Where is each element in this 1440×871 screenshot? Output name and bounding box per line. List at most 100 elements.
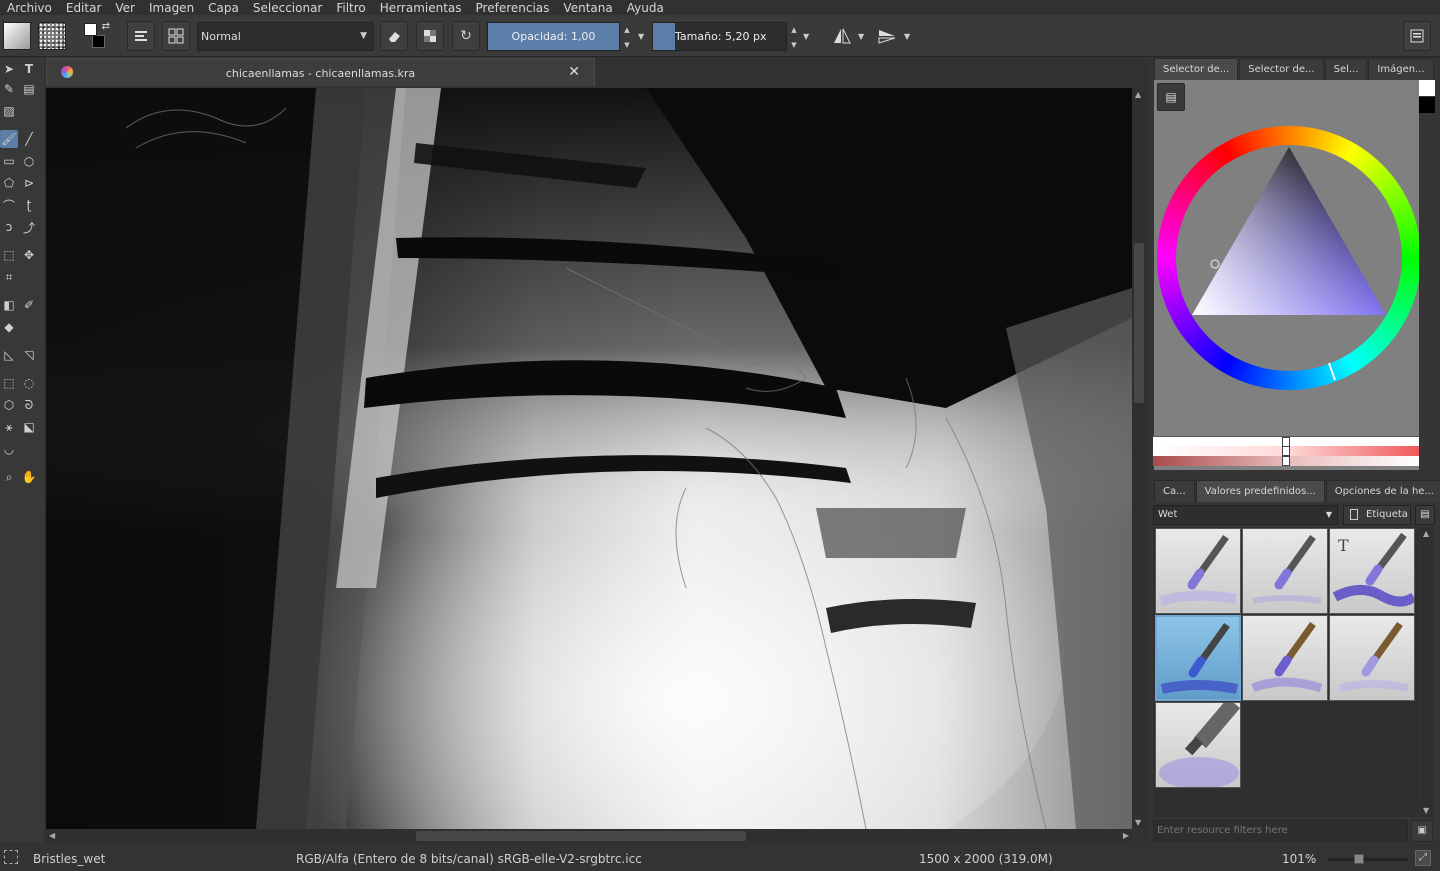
shade-handle[interactable]	[1282, 446, 1290, 456]
gradient-tool-icon[interactable]: ▨	[0, 102, 18, 120]
drawing-canvas[interactable]	[46, 88, 1132, 829]
zoom-tool-icon[interactable]: ⌕	[0, 468, 18, 486]
opacity-dropdown-icon[interactable]: ▼	[638, 32, 644, 41]
tab-advanced-color-selector[interactable]: Selector de...	[1154, 58, 1239, 80]
presets-scrollbar[interactable]: ▲ ▼	[1420, 527, 1434, 817]
preset-filter-select[interactable]: Wet ▼	[1153, 505, 1338, 525]
brush-preset-wet-6[interactable]	[1329, 615, 1415, 701]
menu-archivo[interactable]: Archivo	[0, 1, 59, 15]
tab-brush-presets[interactable]: Valores predefinidos...	[1195, 480, 1325, 502]
scroll-down-icon[interactable]: ▼	[1135, 818, 1141, 827]
save-filter-button[interactable]: ▣	[1411, 820, 1433, 842]
scrollbar-thumb[interactable]	[416, 831, 746, 841]
shade-bar-3[interactable]	[1153, 456, 1419, 466]
spin-down-icon[interactable]: ▼	[624, 41, 629, 49]
brush-preset-bristles-wet[interactable]	[1155, 615, 1241, 701]
text-tool-icon[interactable]: T	[20, 60, 38, 78]
brush-preset-airbrush-wet[interactable]	[1155, 702, 1241, 788]
mirror-horizontal-button[interactable]	[828, 21, 856, 51]
close-icon[interactable]: ✕	[568, 64, 580, 80]
swap-colors-icon[interactable]: ⇄	[102, 21, 110, 32]
select-shapes-tool-icon[interactable]: ➤	[0, 60, 18, 78]
ellipse-tool-icon[interactable]: ○	[20, 152, 38, 170]
bg-color-chip[interactable]	[1419, 97, 1435, 113]
presets-view-menu-button[interactable]: ▤	[1415, 505, 1435, 525]
scroll-up-icon[interactable]: ▲	[1135, 90, 1141, 99]
menu-preferencias[interactable]: Preferencias	[469, 1, 557, 15]
resource-filter-input[interactable]: Enter resource filters here	[1153, 820, 1408, 842]
menu-ayuda[interactable]: Ayuda	[620, 1, 671, 15]
scroll-left-icon[interactable]: ◀	[49, 831, 55, 840]
toolbar-menu-button[interactable]	[1403, 21, 1431, 51]
ellipse-select-tool-icon[interactable]: ◌	[20, 374, 38, 392]
menu-editar[interactable]: Editar	[59, 1, 109, 15]
transform-tool-icon[interactable]: ⬚	[0, 246, 18, 264]
measure-tool-icon[interactable]: ◹	[20, 346, 38, 364]
tab-selector[interactable]: Sel...	[1324, 58, 1368, 80]
gradient-fill-tool-icon[interactable]: ◧	[0, 296, 18, 314]
bezier-tool-icon[interactable]: ⌒	[0, 196, 18, 214]
spin-up-icon[interactable]: ▲	[624, 26, 629, 34]
polyline-tool-icon[interactable]: ⊳	[20, 174, 38, 192]
tab-ca[interactable]: Ca...	[1154, 480, 1195, 502]
crop-tool-icon[interactable]: ⌗	[0, 268, 18, 286]
similar-select-tool-icon[interactable]: ⬕	[20, 418, 38, 436]
polygon-tool-icon[interactable]: ⬠	[0, 174, 18, 192]
brush-preset-wet-3[interactable]: T	[1329, 528, 1415, 614]
multibrush-tool-icon[interactable]: ⤴	[20, 218, 38, 236]
scroll-up-icon[interactable]: ▲	[1423, 529, 1429, 538]
calligraphy-tool-icon[interactable]: ▤	[20, 80, 38, 98]
mirror-h-dropdown-icon[interactable]: ▼	[858, 32, 864, 41]
opacity-spinner[interactable]: ▲ ▼	[621, 23, 633, 52]
edit-shapes-tool-icon[interactable]: ✎	[0, 80, 18, 98]
scrollbar-thumb[interactable]	[1134, 243, 1144, 403]
line-tool-icon[interactable]: ╱	[20, 130, 38, 148]
spin-down-icon[interactable]: ▼	[791, 41, 796, 49]
move-tool-icon[interactable]: ✥	[20, 246, 38, 264]
brush-preset-wet-1[interactable]	[1155, 528, 1241, 614]
shade-handle[interactable]	[1282, 456, 1290, 466]
fg-bg-color-selector[interactable]: ⇄	[82, 21, 110, 51]
reload-preset-button[interactable]: ↻	[452, 21, 480, 51]
fg-color-chip[interactable]	[1419, 80, 1435, 96]
freehand-brush-tool-icon[interactable]: 🖌	[0, 130, 18, 148]
color-picker-tool-icon[interactable]: ✐	[20, 296, 38, 314]
rectangle-tool-icon[interactable]: ▭	[0, 152, 18, 170]
shade-bar-2[interactable]	[1153, 446, 1419, 456]
blend-mode-select[interactable]: Normal ▼	[197, 22, 374, 51]
preserve-alpha-button[interactable]	[416, 21, 444, 51]
brush-preset-wet-2[interactable]	[1242, 528, 1328, 614]
bezier-select-tool-icon[interactable]: ◡	[0, 440, 18, 458]
zoom-slider[interactable]	[1328, 854, 1408, 864]
fill-tool-icon[interactable]: ◆	[0, 318, 18, 336]
menu-ver[interactable]: Ver	[108, 1, 142, 15]
canvas-vertical-scrollbar[interactable]: ▲ ▼	[1132, 88, 1146, 829]
scroll-down-icon[interactable]: ▼	[1423, 806, 1429, 815]
zoom-slider-handle[interactable]	[1354, 854, 1364, 864]
background-color-swatch[interactable]	[92, 35, 105, 48]
shade-bar-1[interactable]	[1153, 436, 1419, 447]
brush-preset-wet-5[interactable]	[1242, 615, 1328, 701]
polygon-select-tool-icon[interactable]: ⬡	[0, 396, 18, 414]
menu-filtro[interactable]: Filtro	[329, 1, 372, 15]
rect-select-tool-icon[interactable]: ⬚	[0, 374, 18, 392]
menu-seleccionar[interactable]: Seleccionar	[246, 1, 329, 15]
spin-up-icon[interactable]: ▲	[791, 26, 796, 34]
size-slider[interactable]: Tamaño: 5,20 px ▲ ▼	[652, 22, 797, 51]
size-dropdown-icon[interactable]: ▼	[803, 32, 809, 41]
magic-wand-tool-icon[interactable]: ⚹	[0, 418, 18, 436]
mirror-v-dropdown-icon[interactable]: ▼	[904, 32, 910, 41]
menu-herramientas[interactable]: Herramientas	[373, 1, 469, 15]
brush-presets-button[interactable]	[162, 21, 190, 51]
brush-settings-button[interactable]	[127, 21, 155, 51]
tab-color-selector[interactable]: Selector de...	[1239, 58, 1324, 80]
size-spinner[interactable]: ▲ ▼	[788, 23, 800, 52]
menu-ventana[interactable]: Ventana	[556, 1, 619, 15]
canvas-horizontal-scrollbar[interactable]: ◀ ▶	[46, 829, 1132, 843]
opacity-slider[interactable]: Opacidad: 1,00 ▲ ▼	[487, 22, 630, 51]
freehand-path-tool-icon[interactable]: ʈ	[20, 196, 38, 214]
foreground-color-swatch[interactable]	[84, 23, 97, 36]
scroll-right-icon[interactable]: ▶	[1123, 831, 1129, 840]
selection-status-icon[interactable]	[4, 850, 18, 864]
advanced-color-selector[interactable]: ▤	[1154, 80, 1419, 470]
